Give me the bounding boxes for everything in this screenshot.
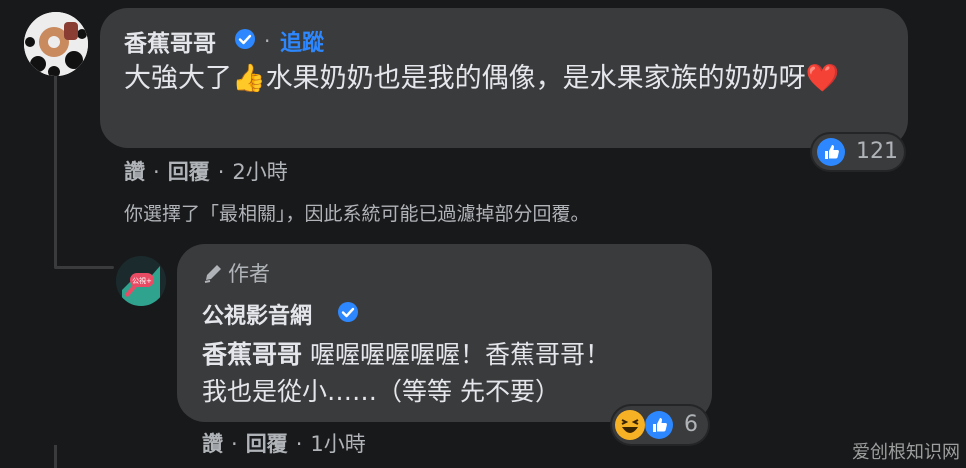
mention-link[interactable]: 香蕉哥哥 xyxy=(202,340,302,369)
like-action[interactable]: 讚 xyxy=(202,432,223,456)
pen-icon xyxy=(204,265,221,283)
verified-badge-icon xyxy=(235,29,255,49)
comment-text: 大強大了👍水果奶奶也是我的偶像，是水果家族的奶奶呀❤️ xyxy=(124,63,840,94)
thread-line-lower xyxy=(54,445,57,468)
separator-dot: · xyxy=(295,432,303,456)
like-action[interactable]: 讚 xyxy=(124,160,145,184)
separator-dot: · xyxy=(264,29,271,53)
timestamp[interactable]: 2小時 xyxy=(232,160,287,184)
timestamp[interactable]: 1小時 xyxy=(310,432,365,456)
separator-dot: · xyxy=(153,160,160,184)
reply-text-line1: 喔喔喔喔喔喔！香蕉哥哥！ xyxy=(302,340,610,369)
avatar[interactable] xyxy=(24,12,88,76)
watermark: 爱创根知识网 xyxy=(852,442,960,463)
like-reaction-icon xyxy=(645,411,673,439)
reaction-summary[interactable]: 121 xyxy=(812,134,904,170)
reply-action[interactable]: 回覆 xyxy=(168,160,210,184)
filter-notice: 你選擇了「最相關」，因此系統可能已過濾掉部分回覆。 xyxy=(124,203,590,225)
comment-thread: 香蕉哥哥 · 追蹤 大強大了👍水果奶奶也是我的偶像，是水果家族的奶奶呀❤️ 12… xyxy=(0,0,966,468)
reaction-count: 121 xyxy=(856,139,898,164)
reaction-count: 6 xyxy=(684,412,698,437)
avatar[interactable]: 公視+ xyxy=(116,256,166,306)
reply-text: 香蕉哥哥 喔喔喔喔喔喔！香蕉哥哥！ 我也是從小……（等等 先不要） xyxy=(202,336,702,410)
verified-badge-icon xyxy=(338,302,358,322)
reaction-summary[interactable]: 6 xyxy=(612,406,708,444)
follow-link[interactable]: 追蹤 xyxy=(280,25,324,57)
thread-line-horizontal xyxy=(54,266,114,269)
comment-author-name[interactable]: 香蕉哥哥 xyxy=(124,24,216,58)
haha-reaction-icon xyxy=(615,410,645,440)
reply-action[interactable]: 回覆 xyxy=(246,432,288,456)
comment-actions: 讚 · 回覆 · 2小時 xyxy=(124,156,288,186)
separator-dot: · xyxy=(231,432,238,456)
author-badge: 作者 xyxy=(202,258,270,288)
reply-author-name[interactable]: 公視影音網 xyxy=(202,298,312,330)
author-badge-label: 作者 xyxy=(228,262,270,286)
svg-text:公視+: 公視+ xyxy=(132,276,152,285)
reply-text-line2: 我也是從小……（等等 先不要） xyxy=(202,377,560,406)
reply-actions: 讚 · 回覆 · 1小時 xyxy=(202,428,366,458)
separator-dot: · xyxy=(217,160,225,184)
like-reaction-icon xyxy=(817,138,845,166)
thread-line-vertical xyxy=(54,68,57,268)
